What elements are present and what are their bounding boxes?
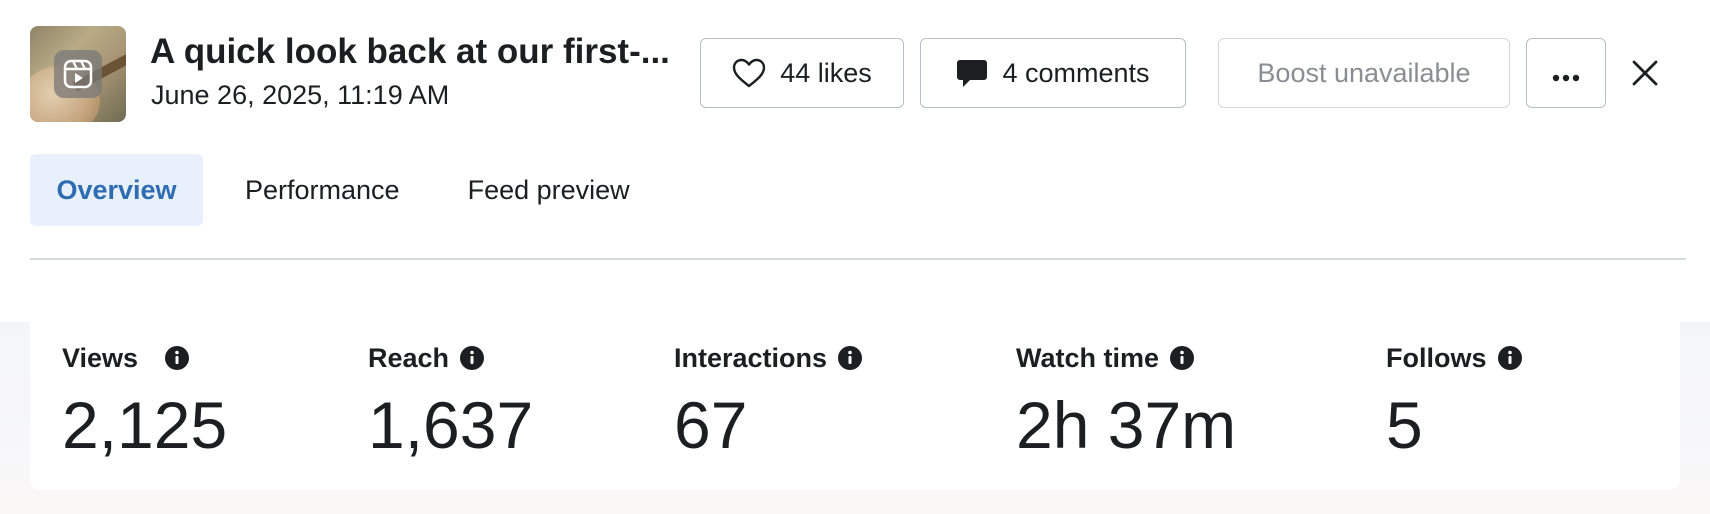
stat-watch-time: Watch time 2h 37m [1016,340,1237,462]
comments-button[interactable]: 4 comments [920,38,1186,108]
stat-reach: Reach 1,637 [368,340,534,462]
stat-label: Reach [368,342,450,373]
likes-button[interactable]: 44 likes [700,38,904,108]
comment-icon [956,57,988,89]
boost-label: Boost unavailable [1257,57,1471,88]
close-icon [1631,59,1659,92]
tab-bar: Overview Performance Feed preview [30,154,654,226]
stats-card: Views 2,125 Reach 1,637 Interactions 67 … [30,322,1680,490]
stat-value: 1,637 [368,388,534,462]
post-title: A quick look back at our first-... [150,32,670,71]
stat-value: 2h 37m [1016,388,1237,462]
stat-follows: Follows 5 [1386,340,1523,460]
close-button[interactable] [1620,50,1670,100]
info-icon[interactable] [1497,345,1523,371]
post-date: June 26, 2025, 11:19 AM [151,80,450,110]
stat-views: Views 2,125 [62,340,228,462]
tab-feed-preview[interactable]: Feed preview [444,154,654,226]
post-header: A quick look back at our first-... June … [0,0,1710,140]
stat-value: 67 [674,388,748,462]
stat-value: 5 [1386,388,1423,462]
heart-icon [732,58,766,88]
stat-label: Follows [1386,342,1487,373]
likes-label: 44 likes [780,57,872,88]
stat-label: Watch time [1016,342,1160,373]
tab-overview[interactable]: Overview [30,154,203,226]
stat-label: Views [62,342,139,373]
post-thumbnail [30,26,126,122]
info-icon[interactable] [1169,345,1195,371]
reels-icon [54,50,102,98]
info-icon[interactable] [837,345,863,371]
boost-button[interactable]: Boost unavailable [1218,38,1510,108]
tab-performance[interactable]: Performance [221,154,424,226]
more-horizontal-icon [1551,58,1581,89]
stat-interactions: Interactions 67 [674,340,863,460]
more-options-button[interactable] [1526,38,1606,108]
comments-label: 4 comments [1002,57,1150,88]
tab-divider [30,258,1686,260]
info-icon[interactable] [459,345,485,371]
stat-label: Interactions [674,342,828,373]
info-icon[interactable] [164,345,190,371]
stat-value: 2,125 [62,388,228,462]
